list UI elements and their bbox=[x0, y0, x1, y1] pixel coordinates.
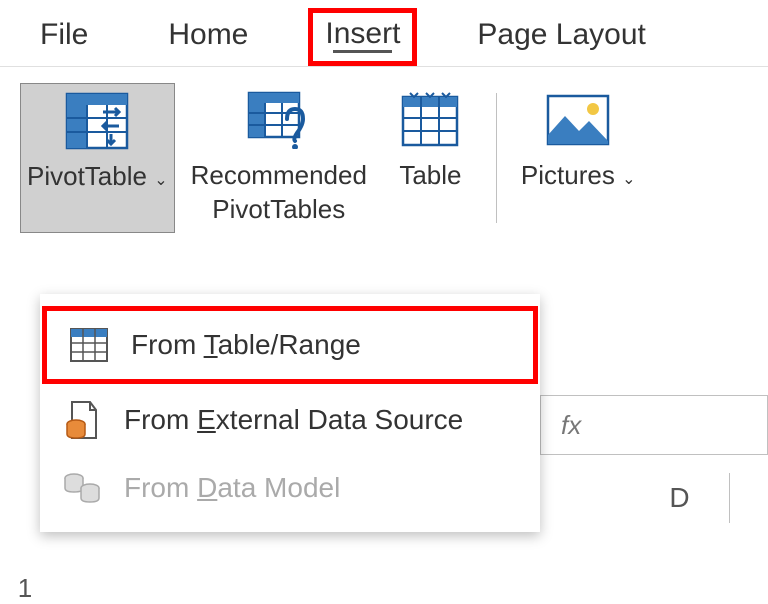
menu-from-table-range[interactable]: From Table/Range bbox=[42, 306, 538, 384]
row-header-1[interactable]: 1 bbox=[10, 573, 40, 604]
tab-file[interactable]: File bbox=[20, 8, 108, 66]
formula-bar[interactable]: fx bbox=[540, 395, 768, 455]
menu-from-table-range-label: From Table/Range bbox=[131, 329, 361, 361]
tab-insert[interactable]: Insert bbox=[308, 8, 417, 66]
pivottable-label: PivotTable ⌄ bbox=[27, 160, 168, 194]
pictures-button[interactable]: Pictures ⌄ bbox=[515, 83, 642, 233]
tab-page-layout[interactable]: Page Layout bbox=[457, 8, 665, 66]
table-button[interactable]: Table bbox=[383, 83, 478, 233]
tab-home[interactable]: Home bbox=[148, 8, 268, 66]
table-label: Table bbox=[399, 159, 461, 193]
recommended-pivottables-label: Recommended PivotTables bbox=[191, 159, 367, 227]
recommended-pivottables-icon bbox=[243, 89, 315, 151]
pivottable-icon bbox=[61, 90, 133, 152]
chevron-down-icon: ⌄ bbox=[622, 171, 635, 188]
external-data-icon bbox=[62, 400, 102, 440]
table-icon bbox=[394, 89, 466, 151]
menu-from-data-model: From Data Model bbox=[40, 454, 540, 522]
ribbon-separator bbox=[496, 93, 497, 223]
fx-label: fx bbox=[561, 410, 581, 441]
pivottable-dropdown-menu: From Table/Range From External Data Sour… bbox=[40, 294, 540, 532]
pivottable-button[interactable]: PivotTable ⌄ bbox=[20, 83, 175, 233]
pictures-icon bbox=[542, 89, 614, 151]
table-range-icon bbox=[69, 325, 109, 365]
menu-from-external-data[interactable]: From External Data Source bbox=[40, 386, 540, 454]
menu-from-data-model-label: From Data Model bbox=[124, 472, 340, 504]
data-model-icon bbox=[62, 468, 102, 508]
menu-from-external-label: From External Data Source bbox=[124, 404, 463, 436]
column-header-d[interactable]: D bbox=[630, 473, 730, 523]
ribbon-tabs: File Home Insert Page Layout bbox=[0, 0, 768, 66]
chevron-down-icon: ⌄ bbox=[154, 172, 167, 189]
ribbon-toolbar: PivotTable ⌄ Recommended PivotTables bbox=[0, 66, 768, 243]
recommended-pivottables-button[interactable]: Recommended PivotTables bbox=[185, 83, 373, 233]
pictures-label: Pictures ⌄ bbox=[521, 159, 636, 193]
